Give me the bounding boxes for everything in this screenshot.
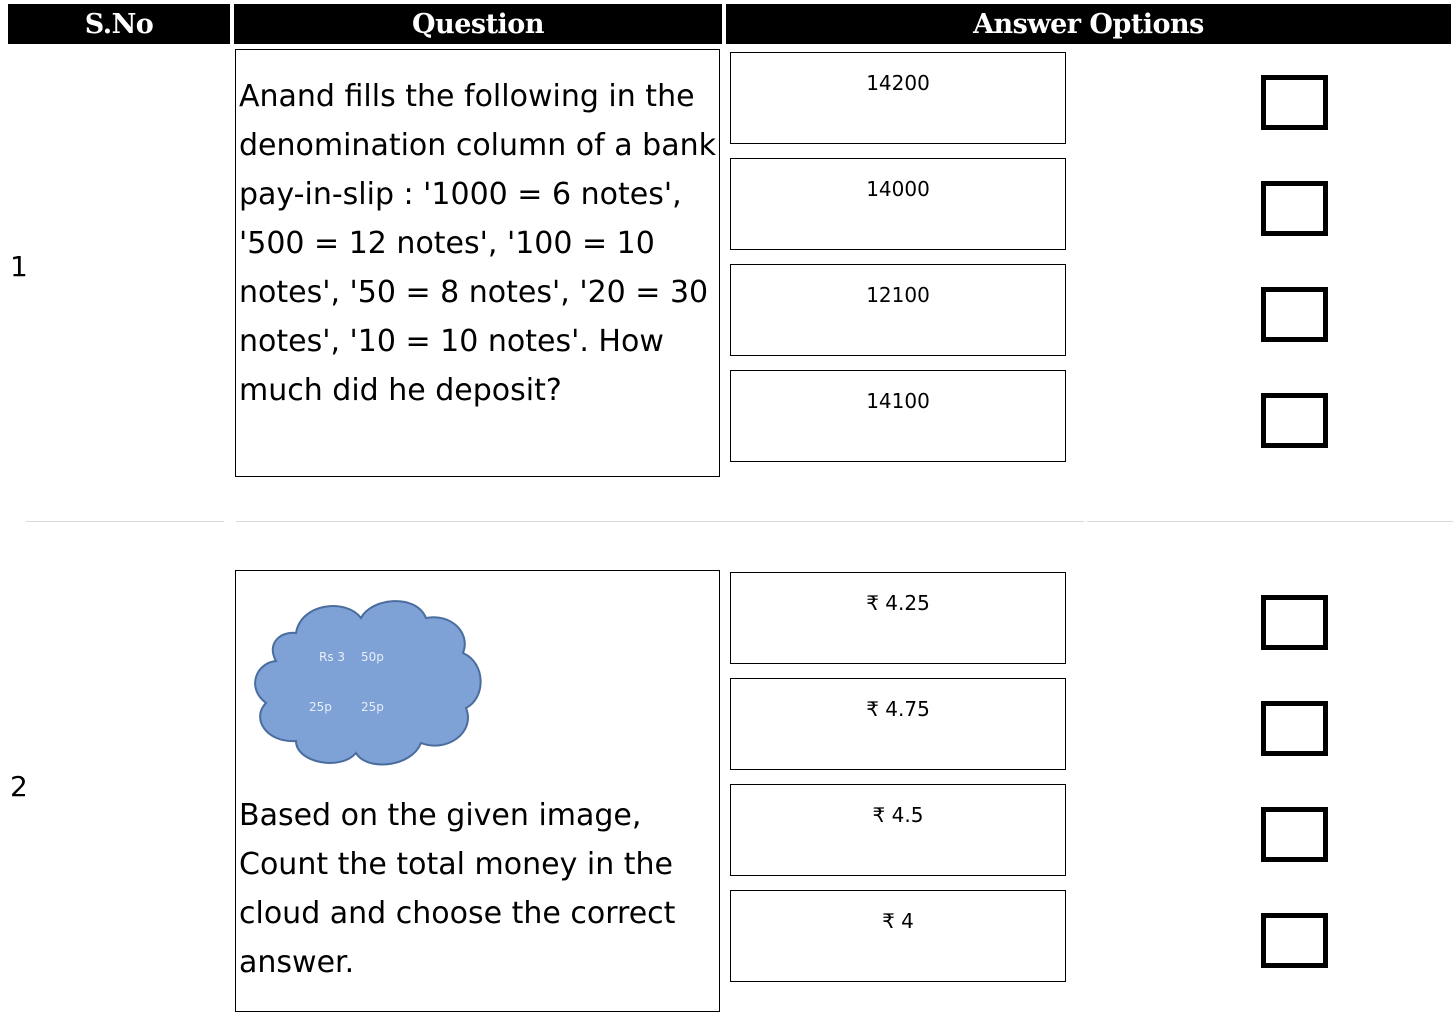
cloud-shape (254, 600, 482, 766)
answer-option: ₹ 4.25 (730, 572, 1066, 664)
cloud-image: Rs 3 50p 25p 25p (254, 600, 482, 766)
answer-option: 14100 (730, 370, 1066, 462)
question-box: Anand fills the following in the denomin… (235, 49, 720, 477)
cloud-label: Rs 3 (319, 650, 345, 664)
answer-checkbox[interactable] (1261, 287, 1328, 342)
question-number: 2 (10, 770, 28, 803)
answer-option: 14000 (730, 158, 1066, 250)
answer-checkbox[interactable] (1261, 181, 1328, 236)
question-box: Rs 3 50p 25p 25p Based on the given imag… (235, 570, 720, 1012)
header-question: Question (234, 4, 722, 44)
question-text: Based on the given image, Count the tota… (239, 798, 676, 980)
question-number: 1 (10, 250, 28, 283)
cloud-label: 25p (309, 700, 332, 714)
row-divider (1087, 521, 1453, 522)
header-answer-options: Answer Options (726, 4, 1451, 44)
cloud-label: 50p (361, 650, 384, 664)
row-divider (236, 521, 1084, 522)
header-sno: S.No (8, 4, 230, 44)
question-text: Anand fills the following in the denomin… (239, 79, 716, 408)
answer-checkbox[interactable] (1261, 807, 1328, 862)
answer-checkbox[interactable] (1261, 75, 1328, 130)
answer-checkbox[interactable] (1261, 393, 1328, 448)
row-divider (26, 521, 224, 522)
cloud-label: 25p (361, 700, 384, 714)
answer-option: ₹ 4 (730, 890, 1066, 982)
answer-option: ₹ 4.5 (730, 784, 1066, 876)
answer-option: ₹ 4.75 (730, 678, 1066, 770)
answer-checkbox[interactable] (1261, 595, 1328, 650)
answer-checkbox[interactable] (1261, 701, 1328, 756)
answer-option: 14200 (730, 52, 1066, 144)
answer-option: 12100 (730, 264, 1066, 356)
answer-checkbox[interactable] (1261, 913, 1328, 968)
